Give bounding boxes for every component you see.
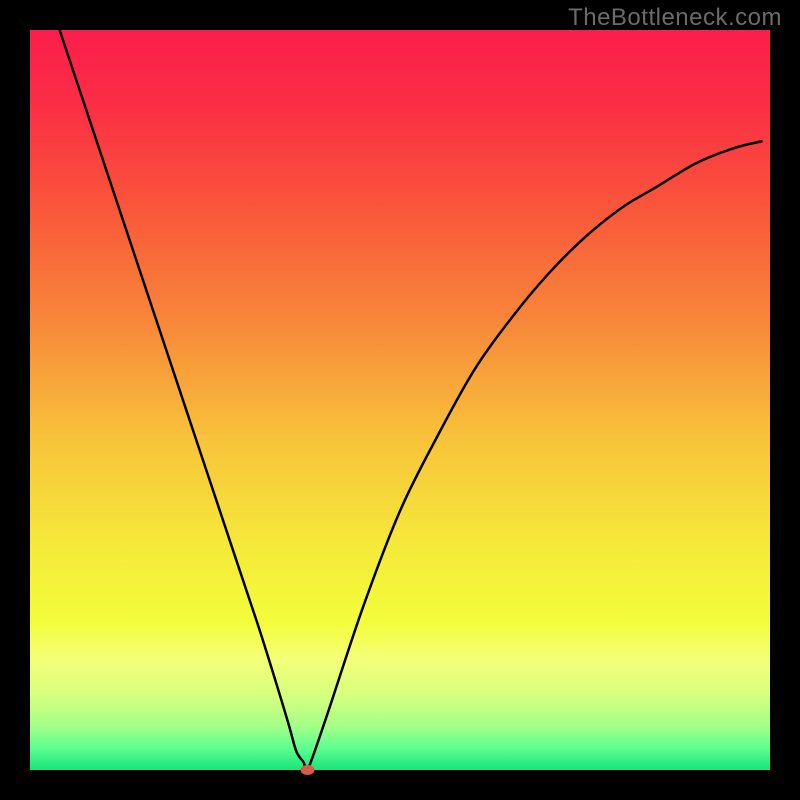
chart-frame: TheBottleneck.com xyxy=(0,0,800,800)
bottleneck-chart xyxy=(0,0,800,800)
watermark-text: TheBottleneck.com xyxy=(568,4,782,32)
plot-background xyxy=(30,30,770,770)
optimal-point-marker xyxy=(301,765,315,775)
